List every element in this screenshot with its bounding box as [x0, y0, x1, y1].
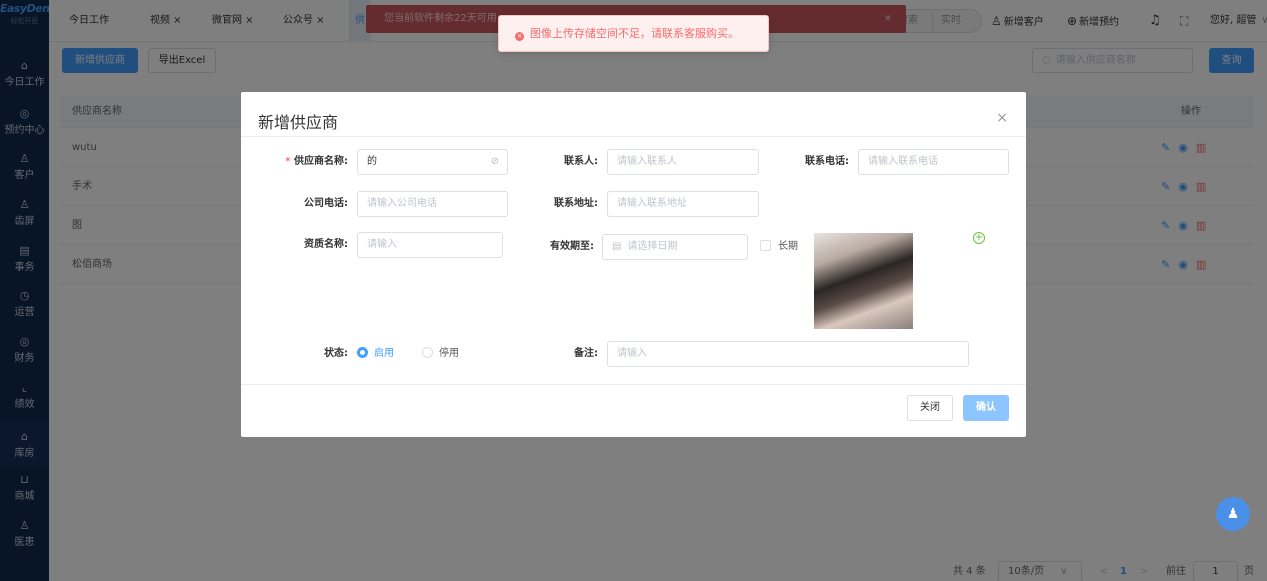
- checkbox-icon: [760, 240, 771, 251]
- dialog-title: 新增供应商: [258, 113, 339, 132]
- supplier-name-value: 的: [367, 156, 377, 167]
- qualification-input[interactable]: 请输入: [357, 232, 503, 258]
- company-phone-input[interactable]: 请输入公司电话: [357, 191, 508, 217]
- add-circle-icon[interactable]: +: [973, 232, 985, 244]
- status-enabled-label: 启用: [374, 348, 394, 359]
- valid-until-placeholder: 请选择日期: [627, 241, 678, 252]
- check-circle-icon: ⊘: [490, 156, 499, 167]
- qualification-photo[interactable]: [814, 233, 913, 329]
- supplier-name-label: * 供应商名称:: [285, 156, 348, 167]
- contact-phone-label: 联系电话:: [805, 156, 849, 167]
- error-icon: ×: [515, 32, 524, 41]
- radio-unchecked-icon: [422, 347, 433, 358]
- long-term-label: 长期: [778, 241, 798, 252]
- close-icon[interactable]: ×: [996, 110, 1008, 126]
- error-toast: × 图像上传存储空间不足，请联系客服购买。: [498, 15, 769, 52]
- qualification-label: 资质名称:: [304, 239, 348, 250]
- contact-label: 联系人:: [564, 156, 598, 167]
- contact-input[interactable]: 请输入联系人: [607, 149, 759, 175]
- valid-until-label: 有效期至:: [550, 241, 594, 252]
- long-term-checkbox[interactable]: 长期: [760, 234, 798, 260]
- dialog-footer-divider: [241, 384, 1026, 385]
- status-enabled-radio[interactable]: 启用: [357, 341, 394, 367]
- contact-phone-input[interactable]: 请输入联系电话: [858, 149, 1009, 175]
- cancel-button[interactable]: 关闭: [907, 395, 953, 421]
- radio-checked-icon: [357, 347, 368, 358]
- status-label: 状态:: [324, 348, 348, 359]
- valid-until-datepicker[interactable]: ▤ 请选择日期: [602, 234, 748, 260]
- company-phone-label: 公司电话:: [304, 198, 348, 209]
- status-disabled-label: 停用: [439, 348, 459, 359]
- confirm-button[interactable]: 确认: [963, 395, 1009, 421]
- dialog-divider: [241, 136, 1026, 137]
- error-toast-text: 图像上传存储空间不足，请联系客服购买。: [530, 27, 739, 40]
- status-disabled-radio[interactable]: 停用: [422, 341, 459, 367]
- address-label: 联系地址:: [554, 198, 598, 209]
- add-supplier-dialog: 新增供应商 × * 供应商名称: 的 ⊘ 联系人: 请输入联系人 联系电话: 请输…: [241, 92, 1026, 437]
- support-avatar-button[interactable]: ♟: [1216, 497, 1250, 531]
- supplier-name-input[interactable]: 的 ⊘: [357, 149, 508, 175]
- user-avatar-icon: ♟: [1226, 506, 1240, 522]
- remark-label: 备注:: [574, 348, 598, 359]
- calendar-icon: ▤: [612, 241, 622, 252]
- address-input[interactable]: 请输入联系地址: [607, 191, 759, 217]
- remark-input[interactable]: 请输入: [607, 341, 969, 367]
